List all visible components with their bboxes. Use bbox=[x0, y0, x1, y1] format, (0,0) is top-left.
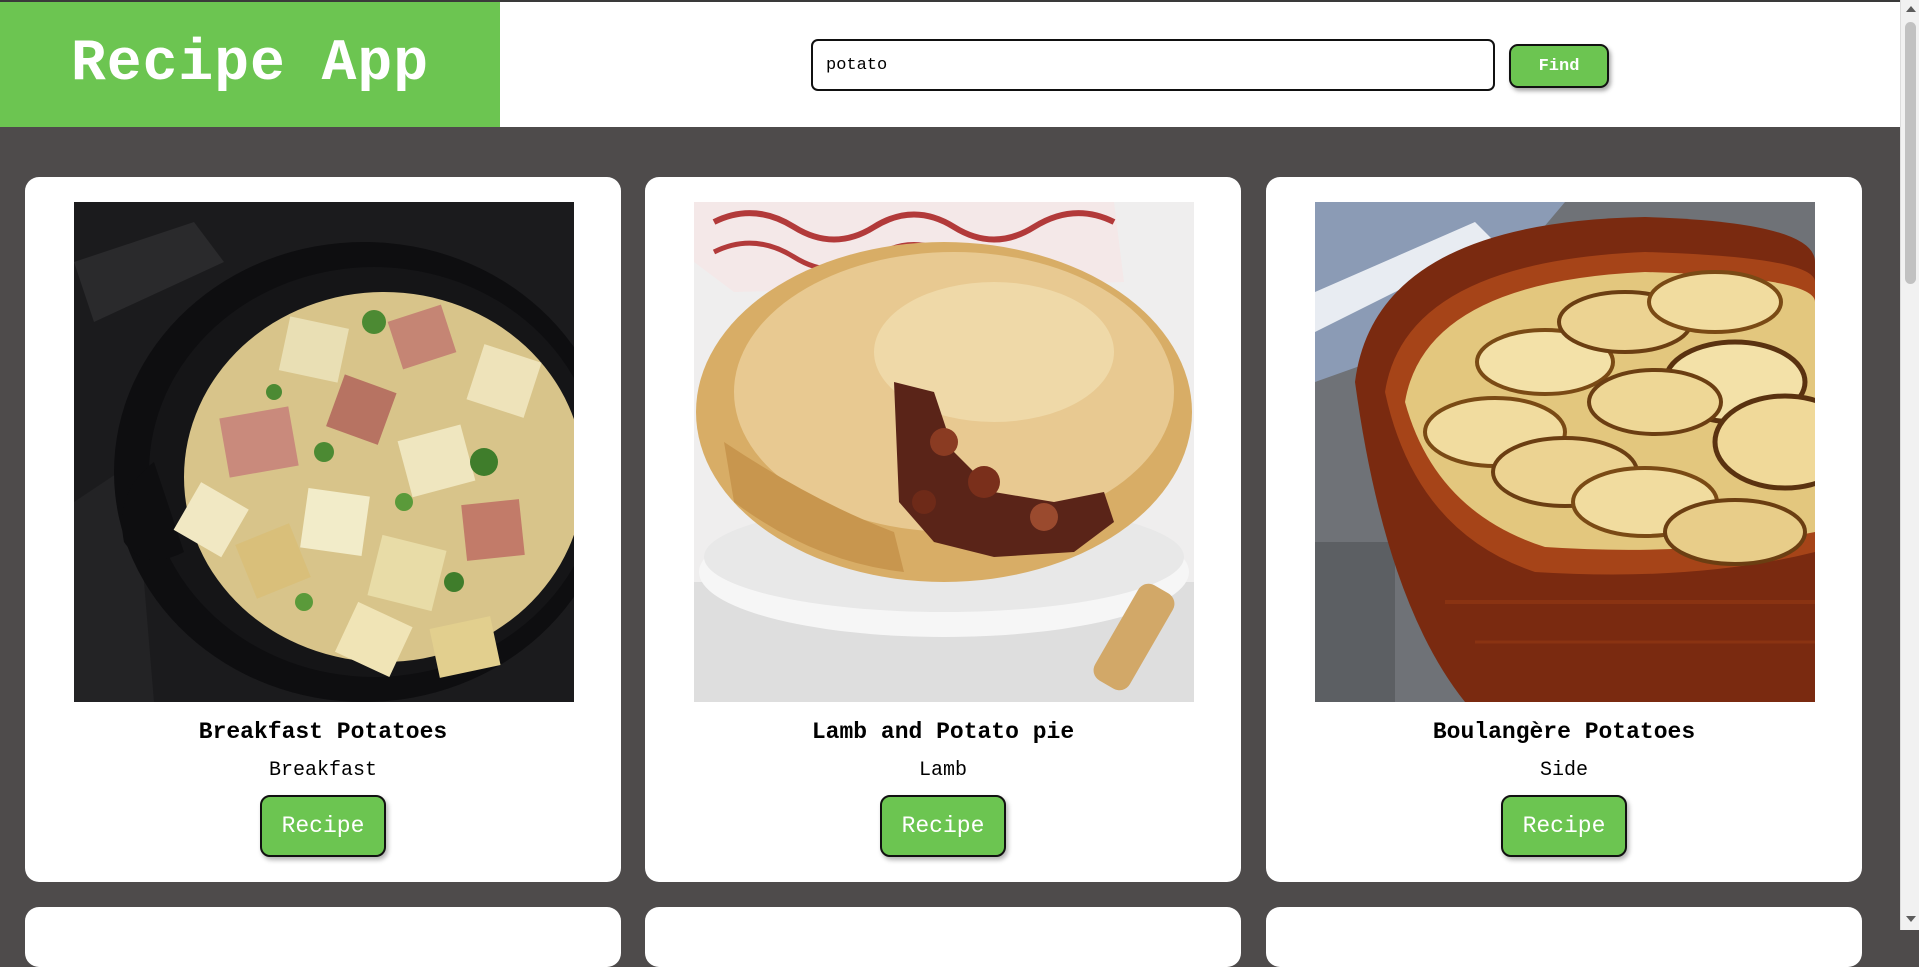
meal-card: Breakfast Potatoes Breakfast Recipe bbox=[25, 177, 621, 882]
meal-category: Breakfast bbox=[268, 759, 378, 782]
recipe-button[interactable]: Recipe bbox=[1501, 795, 1627, 857]
app-title: Recipe App bbox=[70, 32, 430, 97]
meal-card-partial bbox=[1266, 907, 1862, 967]
meal-category: Lamb bbox=[918, 759, 967, 782]
recipe-button[interactable]: Recipe bbox=[880, 795, 1006, 857]
meal-card-partial bbox=[25, 907, 621, 967]
meal-card: Boulangère Potatoes Side Recipe bbox=[1266, 177, 1862, 882]
meal-image[interactable] bbox=[694, 202, 1194, 702]
recipe-button[interactable]: Recipe bbox=[260, 795, 386, 857]
meal-card: Lamb and Potato pie Lamb Recipe bbox=[645, 177, 1241, 882]
pie-image bbox=[694, 202, 1194, 702]
app-header: Recipe App Find bbox=[0, 2, 1900, 127]
skillet-potatoes-image bbox=[74, 202, 574, 702]
scroll-down-arrow-icon[interactable] bbox=[1906, 916, 1916, 922]
find-button[interactable]: Find bbox=[1509, 44, 1609, 88]
meal-name: Breakfast Potatoes bbox=[198, 719, 448, 745]
meal-name: Boulangère Potatoes bbox=[1432, 719, 1696, 745]
vertical-scrollbar[interactable] bbox=[1900, 0, 1919, 930]
meal-image[interactable] bbox=[1315, 202, 1815, 702]
search-input[interactable] bbox=[811, 39, 1495, 91]
app-logo: Recipe App bbox=[0, 2, 500, 127]
meal-image[interactable] bbox=[74, 202, 574, 702]
meal-name: Lamb and Potato pie bbox=[811, 719, 1075, 745]
meal-card-partial bbox=[645, 907, 1241, 967]
meal-category: Side bbox=[1539, 759, 1588, 782]
scrollbar-thumb[interactable] bbox=[1905, 22, 1916, 284]
sliced-potatoes-dish-image bbox=[1315, 202, 1815, 702]
scroll-up-arrow-icon[interactable] bbox=[1906, 6, 1916, 12]
